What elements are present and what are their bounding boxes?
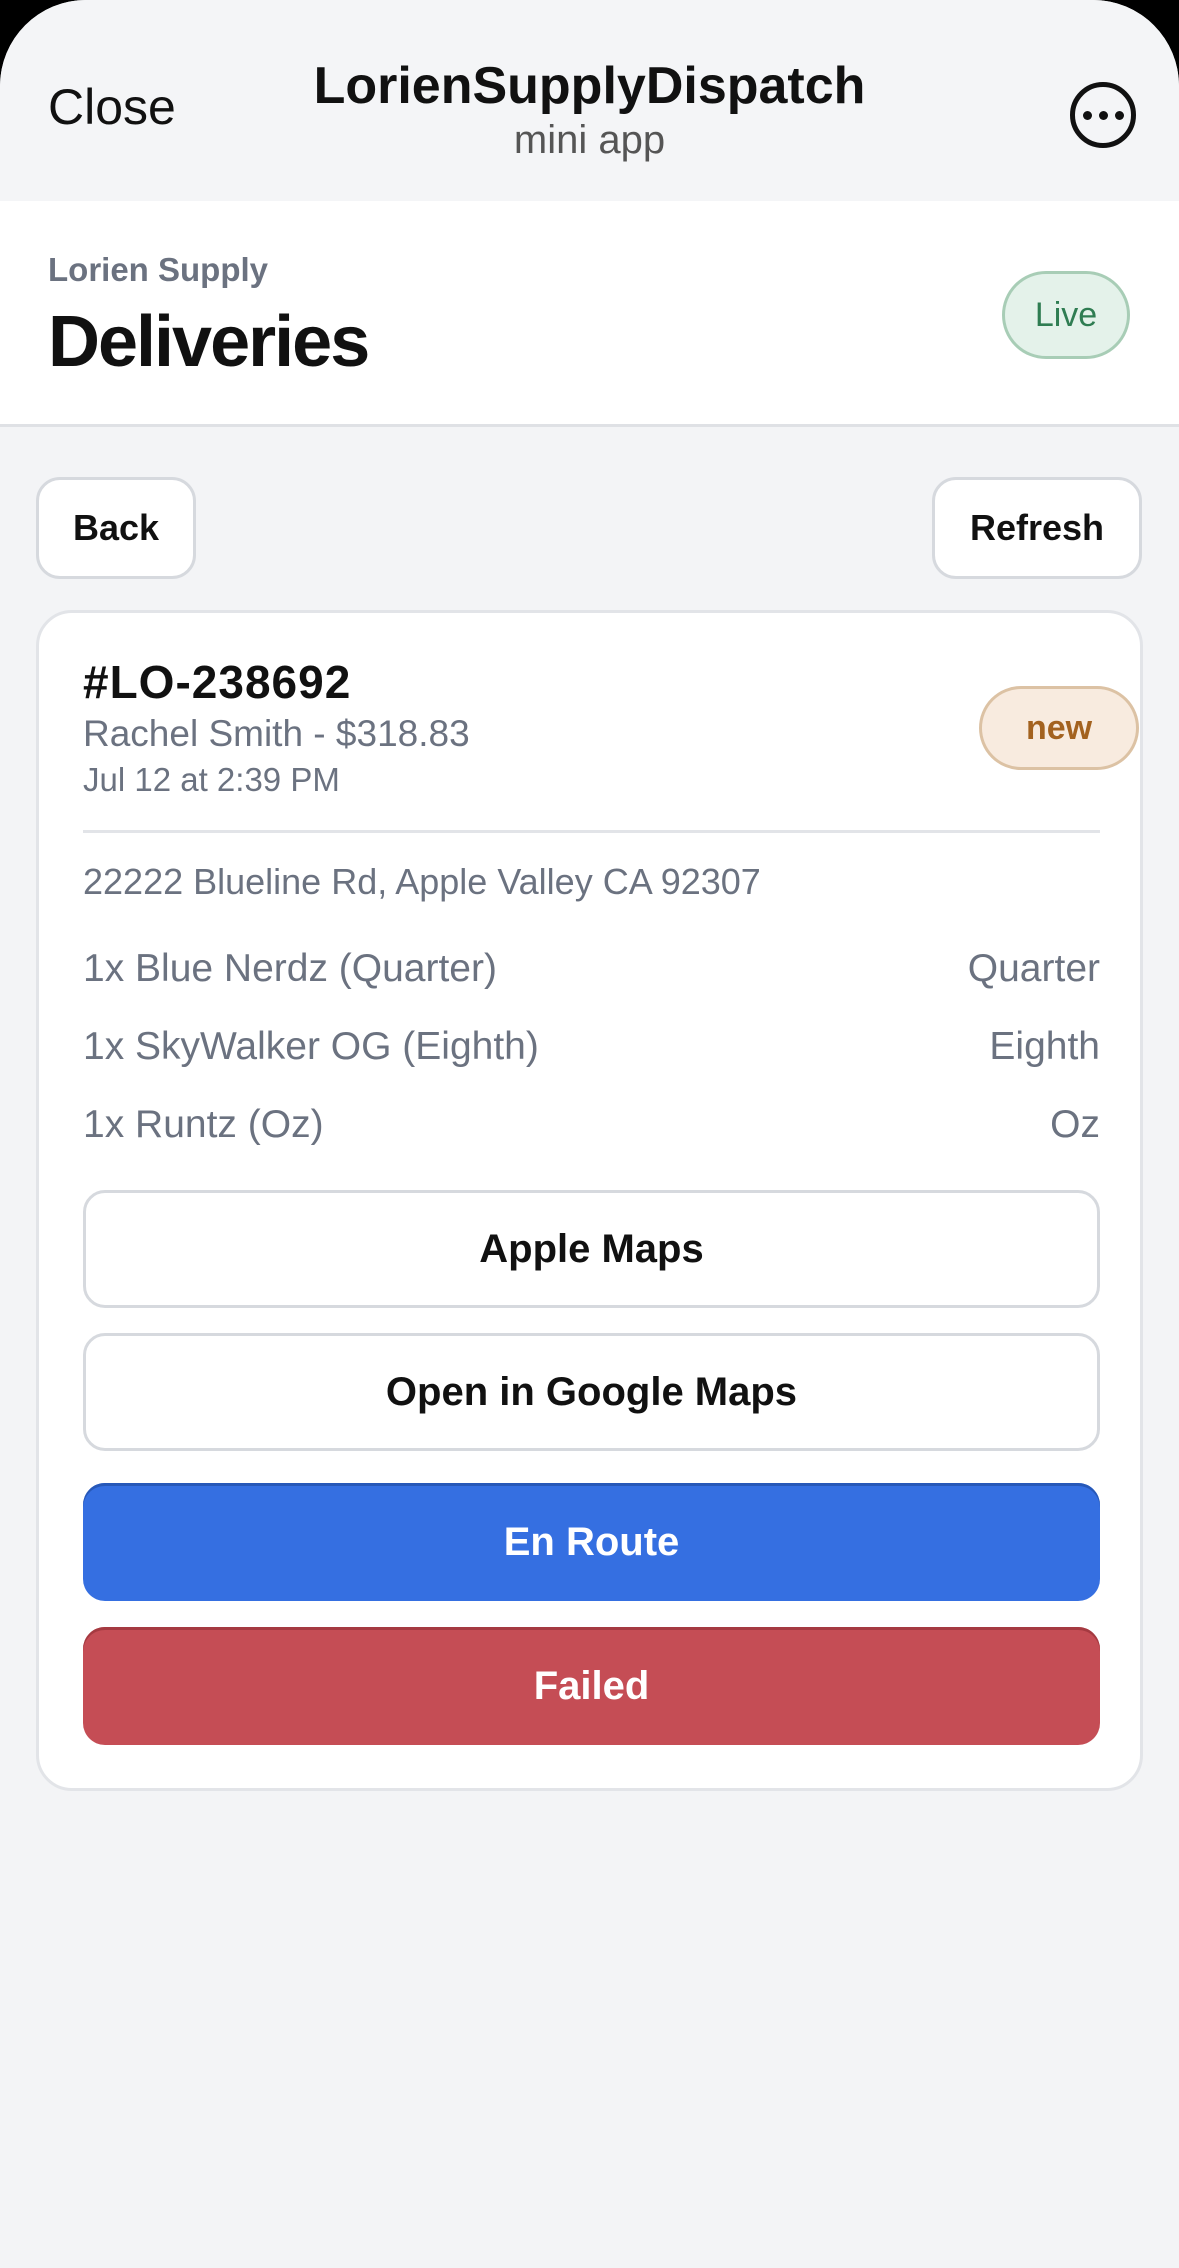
order-item: 1x Runtz (Oz) Oz — [83, 1103, 1100, 1147]
apple-maps-button[interactable]: Apple Maps — [83, 1190, 1100, 1308]
status-badge: new — [979, 686, 1139, 770]
order-datetime: Jul 12 at 2:39 PM — [83, 761, 340, 798]
back-button[interactable]: Back — [36, 477, 196, 579]
more-dot — [1082, 110, 1092, 120]
divider — [83, 830, 1100, 833]
en-route-button[interactable]: En Route — [83, 1483, 1100, 1601]
order-item: 1x SkyWalker OG (Eighth) Eighth — [83, 1025, 1100, 1069]
google-maps-button[interactable]: Open in Google Maps — [83, 1333, 1100, 1451]
more-options-icon[interactable] — [1070, 82, 1136, 148]
more-dot — [1114, 110, 1124, 120]
live-badge: Live — [1002, 271, 1130, 359]
brand-name: Lorien Supply — [48, 251, 269, 288]
order-item: 1x Blue Nerdz (Quarter) Quarter — [83, 947, 1100, 991]
item-name: 1x Blue Nerdz (Quarter) — [83, 947, 497, 990]
refresh-button[interactable]: Refresh — [932, 477, 1142, 579]
customer-line: Rachel Smith - $318.83 — [83, 713, 470, 754]
app-title: LorienSupplyDispatch — [313, 57, 866, 115]
app-screen: Close LorienSupplyDispatch mini app Lori… — [0, 0, 1179, 2268]
page-header: Lorien Supply Deliveries Live — [0, 201, 1179, 427]
mini-app-topbar: Close LorienSupplyDispatch mini app — [0, 0, 1179, 201]
delivery-address: 22222 Blueline Rd, Apple Valley CA 92307 — [83, 861, 761, 902]
app-subtitle: mini app — [513, 118, 666, 162]
item-size: Eighth — [989, 1025, 1100, 1068]
item-size: Oz — [1050, 1103, 1100, 1146]
page-title: Deliveries — [48, 302, 370, 382]
item-name: 1x SkyWalker OG (Eighth) — [83, 1025, 539, 1068]
order-id: #LO-238692 — [83, 656, 352, 708]
item-size: Quarter — [967, 947, 1100, 990]
more-dot — [1098, 110, 1108, 120]
failed-button[interactable]: Failed — [83, 1627, 1100, 1745]
order-card: #LO-238692 Rachel Smith - $318.83 Jul 12… — [36, 610, 1143, 1791]
item-name: 1x Runtz (Oz) — [83, 1103, 324, 1146]
